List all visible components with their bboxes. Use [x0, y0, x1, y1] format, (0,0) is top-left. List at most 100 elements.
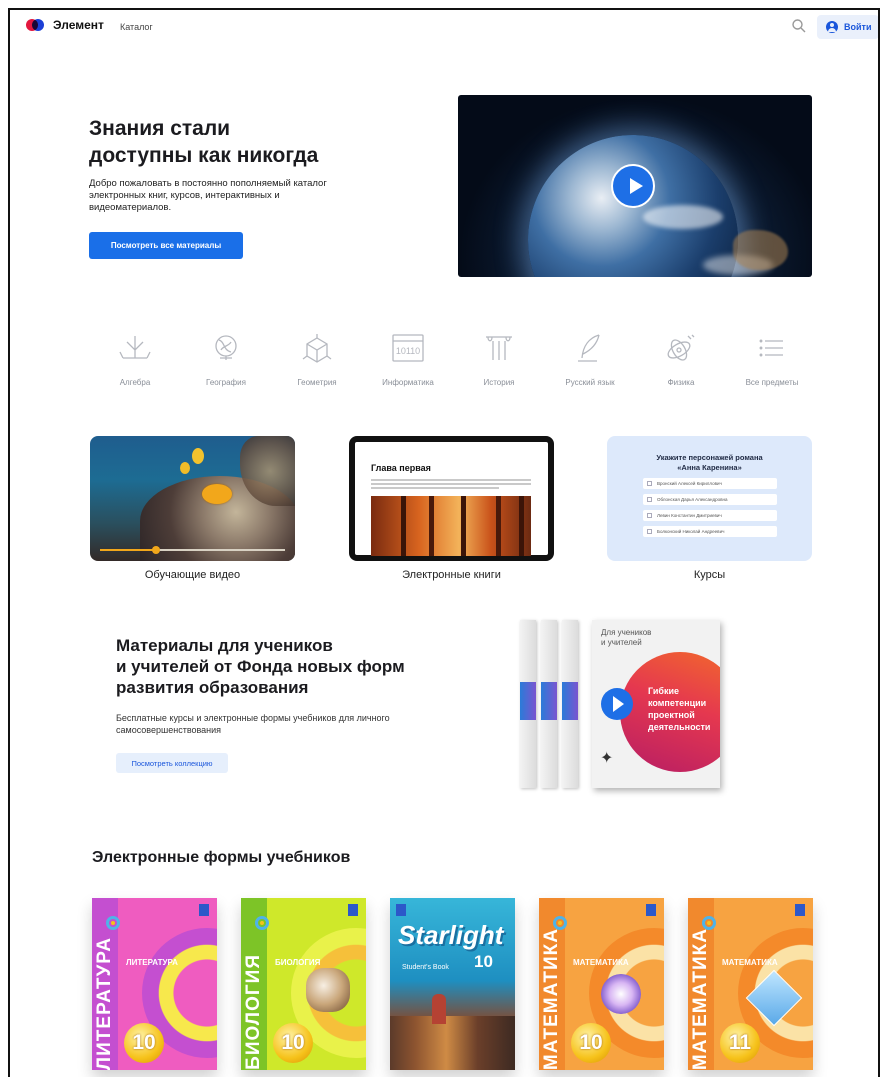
course-option: Болконский Николай Андреевич	[643, 526, 777, 537]
header: Элемент Каталог Войти	[10, 10, 878, 44]
textbook-subtitle: МАТЕМАТИКА	[722, 958, 778, 967]
ebook-card[interactable]: Глава первая	[349, 436, 554, 561]
play-icon	[601, 688, 633, 720]
ebook-card-label[interactable]: Электронные книги	[349, 569, 554, 581]
book-cover-title: Гибкие компетенции проектной деятельност…	[648, 686, 711, 732]
binary-screen-icon: 10110	[392, 334, 424, 362]
textbook-grade: 10	[273, 1023, 313, 1063]
book-cover-caption: Для учеников и учителей	[601, 628, 652, 647]
view-collection-button[interactable]: Посмотреть коллекцию	[116, 753, 228, 773]
video-progress-knob[interactable]	[151, 546, 160, 554]
subject-label: Все предметы	[745, 378, 799, 387]
atom-icon	[667, 334, 695, 361]
textbook-subtitle: Student's Book	[402, 964, 449, 971]
subject-all[interactable]: Все предметы	[727, 332, 817, 387]
view-all-materials-button[interactable]: Посмотреть все материалы	[89, 232, 243, 259]
subject-label: Алгебра	[119, 378, 151, 387]
subject-physics[interactable]: Физика	[636, 332, 726, 387]
hero-video[interactable]	[458, 95, 812, 277]
city-image	[390, 1016, 515, 1070]
textbook-grade: 10	[571, 1023, 611, 1063]
sun-logo-icon	[702, 916, 716, 930]
page: Элемент Каталог Войти Знания стали досту…	[8, 8, 880, 1077]
publisher-flag-icon	[646, 904, 656, 916]
textbook-spine-title: МАТЕМАТИКА	[690, 927, 711, 1070]
subject-label: Геометрия	[297, 378, 337, 387]
video-progress-track[interactable]	[100, 546, 285, 554]
foundation-description: Бесплатные курсы и электронные формы уче…	[116, 713, 390, 735]
textbook-grade: 11	[720, 1023, 760, 1063]
column-icon	[486, 336, 512, 360]
course-card-label[interactable]: Курсы	[607, 569, 812, 581]
publisher-flag-icon	[396, 904, 406, 916]
subject-russian[interactable]: Русский язык	[545, 332, 635, 387]
spiral-image	[601, 974, 641, 1014]
sun-logo-icon	[255, 916, 269, 930]
subject-informatics[interactable]: 10110 Информатика	[363, 332, 453, 387]
subject-label: Русский язык	[565, 378, 615, 387]
textbook-subtitle: МАТЕМАТИКА	[573, 958, 629, 967]
video-card[interactable]	[90, 436, 295, 561]
textbook-spine-title: ЛИТЕРАТУРА	[94, 936, 115, 1070]
foundation-title: Материалы для учеников и учителей от Фон…	[116, 636, 405, 697]
login-button[interactable]: Войти	[817, 15, 878, 39]
checkbox-icon	[647, 497, 652, 502]
textbooks-title: Электронные формы учебников	[92, 849, 351, 866]
course-question: Укажите персонажей романа «Анна Каренина…	[656, 453, 763, 472]
textbook-starlight-10[interactable]: Starlight 10 Student's Book	[390, 898, 515, 1070]
video-progress-fill	[100, 549, 156, 551]
quill-icon	[578, 334, 600, 362]
subject-algebra[interactable]: Алгебра	[90, 332, 180, 387]
textbook-spine-title: БИОЛОГИЯ	[243, 954, 264, 1070]
hero-title: Знания стали доступны как никогда	[89, 117, 319, 167]
checkbox-icon	[647, 513, 652, 518]
subjects-row: Алгебра География Геометрия 10110 Информ…	[90, 332, 810, 392]
subject-history[interactable]: История	[454, 332, 544, 387]
course-card[interactable]: Укажите персонажей романа «Анна Каренина…	[607, 436, 812, 561]
subject-label: Физика	[667, 378, 695, 387]
course-options: Вронский Алексей Кириллович Облонская Да…	[643, 478, 777, 542]
textbook-title: Starlight	[398, 920, 504, 950]
textbook-biology-10[interactable]: БИОЛОГИЯ БИОЛОГИЯ 10	[241, 898, 366, 1070]
checkbox-icon	[647, 529, 652, 534]
checkbox-icon	[647, 481, 652, 486]
textbook-math-10[interactable]: МАТЕМАТИКА МАТЕМАТИКА 10	[539, 898, 664, 1070]
textbook-subtitle: БИОЛОГИЯ	[275, 958, 321, 967]
video-card-label[interactable]: Обучающие видео	[90, 569, 295, 581]
subject-label: Информатика	[382, 378, 434, 387]
cat-image	[306, 968, 350, 1012]
binary-glyph: 10110	[396, 346, 420, 356]
login-label: Войти	[844, 22, 872, 32]
textbook-grade: 10	[474, 952, 493, 971]
textbook-subtitle: ЛИТЕРАТУРА	[126, 958, 178, 967]
globe-icon	[215, 335, 237, 360]
nav-catalog-link[interactable]: Каталог	[120, 22, 153, 32]
subject-geometry[interactable]: Геометрия	[272, 332, 362, 387]
subject-geography[interactable]: География	[181, 332, 271, 387]
bird-logo-icon: ✦	[600, 750, 614, 767]
textbook-spine-title: МАТЕМАТИКА	[541, 927, 562, 1070]
publisher-flag-icon	[795, 904, 805, 916]
subject-label: География	[206, 378, 246, 387]
list-icon	[759, 339, 783, 357]
algebra-icon	[119, 336, 151, 359]
foundation-books-image[interactable]: Для учеников и учителей Гибкие компетенц…	[520, 620, 720, 802]
course-option: Облонская Дарья Александровна	[643, 494, 777, 505]
book-spine	[541, 620, 557, 788]
book-text-lines	[371, 479, 531, 491]
hero-description: Добро пожаловать в постоянно пополняемый…	[89, 178, 327, 213]
book-chapter-title: Глава первая	[371, 463, 431, 473]
featured-book-cover: Для учеников и учителей Гибкие компетенц…	[592, 620, 720, 788]
search-icon[interactable]	[791, 18, 807, 34]
book-spine	[520, 620, 536, 788]
user-icon	[826, 21, 838, 33]
logo[interactable]: Элемент	[26, 18, 104, 32]
logo-mark-icon	[26, 18, 46, 32]
play-icon[interactable]	[611, 164, 655, 208]
sun-logo-icon	[553, 916, 567, 930]
forest-image	[371, 496, 531, 556]
sun-logo-icon	[106, 916, 120, 930]
publisher-flag-icon	[199, 904, 209, 916]
textbook-math-11[interactable]: МАТЕМАТИКА МАТЕМАТИКА 11	[688, 898, 813, 1070]
textbook-literature-10[interactable]: ЛИТЕРАТУРА ЛИТЕРАТУРА 10	[92, 898, 217, 1070]
